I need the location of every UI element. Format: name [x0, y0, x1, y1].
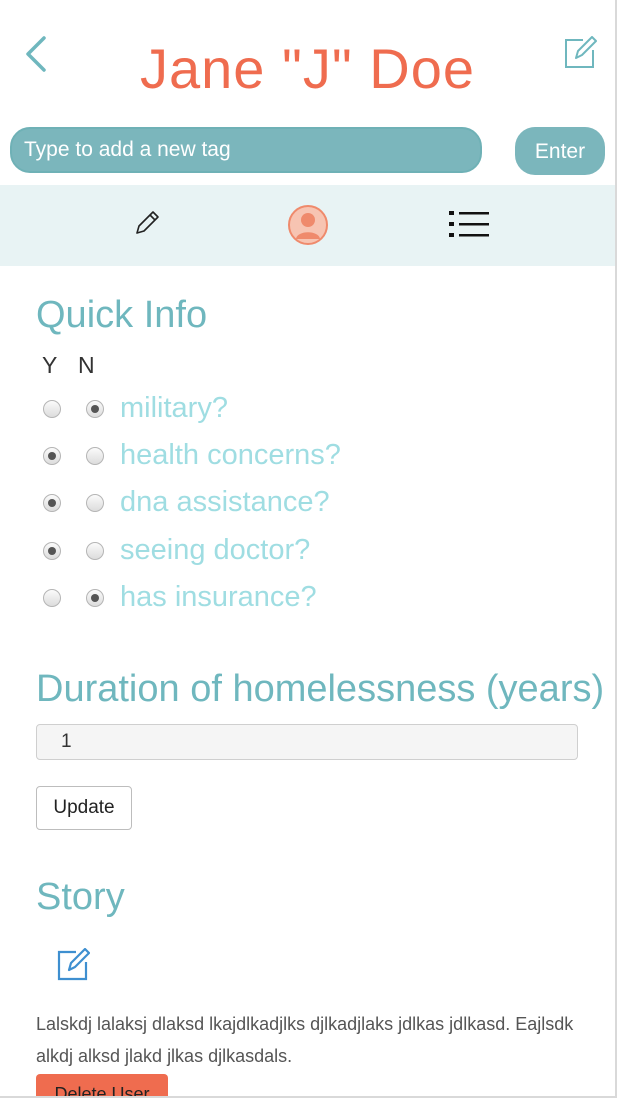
yes-radio[interactable] — [43, 494, 61, 512]
story-title: Story — [36, 876, 125, 918]
list-icon[interactable] — [448, 209, 490, 239]
user-avatar-icon[interactable] — [287, 204, 329, 246]
duration-title: Duration of homelessness (years) — [36, 668, 605, 710]
tag-input[interactable] — [10, 127, 482, 173]
question-label: seeing doctor? — [120, 534, 311, 566]
no-radio[interactable] — [86, 447, 104, 465]
question-label: has insurance? — [120, 581, 317, 613]
question-label: health concerns? — [120, 439, 341, 471]
app-frame: Jane "J" Doe Enter Quick Info Y N milita… — [0, 0, 617, 1098]
yes-radio[interactable] — [43, 542, 61, 560]
pencil-icon[interactable] — [134, 210, 160, 236]
update-button[interactable]: Update — [36, 786, 132, 830]
enter-button[interactable]: Enter — [515, 127, 605, 175]
no-column-label: N — [78, 352, 95, 378]
no-radio[interactable] — [86, 494, 104, 512]
yes-radio[interactable] — [43, 589, 61, 607]
yes-radio[interactable] — [43, 447, 61, 465]
delete-user-button[interactable]: Delete User — [36, 1074, 168, 1096]
quick-info-title: Quick Info — [36, 294, 208, 336]
edit-icon[interactable] — [563, 36, 597, 70]
duration-input[interactable] — [36, 724, 578, 760]
question-label: military? — [120, 392, 228, 424]
yes-radio[interactable] — [43, 400, 61, 418]
question-label: dna assistance? — [120, 486, 330, 518]
no-radio[interactable] — [86, 400, 104, 418]
edit-story-icon[interactable] — [56, 948, 90, 982]
story-text: Lalskdj lalaksj dlaksd lkajdlkadjlks djl… — [36, 1014, 574, 1066]
page-title: Jane "J" Doe — [139, 37, 476, 100]
yes-column-label: Y — [42, 352, 58, 378]
no-radio[interactable] — [86, 542, 104, 560]
no-radio[interactable] — [86, 589, 104, 607]
